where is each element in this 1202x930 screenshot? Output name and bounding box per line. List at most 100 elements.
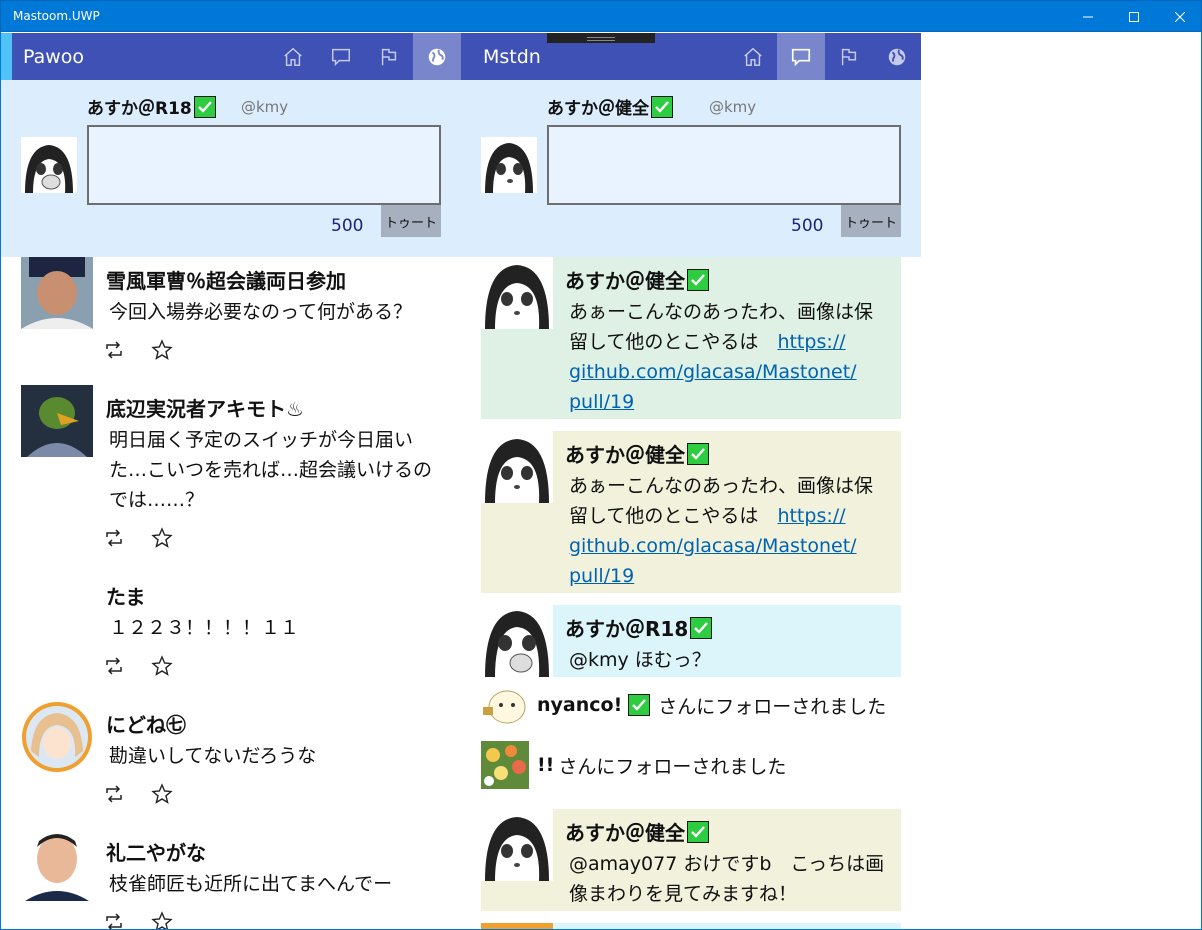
favourite-star-icon[interactable] <box>151 339 173 361</box>
post-author[interactable]: あすか＠健全 <box>565 439 709 468</box>
notification-tab-icon[interactable] <box>825 33 873 80</box>
user-avatar[interactable] <box>481 809 553 881</box>
compose-textarea[interactable] <box>87 125 441 205</box>
verified-check-icon <box>687 442 709 465</box>
timeline-post: あすか＠R18 @kmy ほむっ？ <box>481 605 901 677</box>
post-author[interactable]: 底辺実況者アキモト♨ <box>106 393 304 422</box>
compose-handle: @kmy <box>241 98 289 116</box>
federated-tab-globe-icon[interactable] <box>873 33 921 80</box>
user-avatar[interactable] <box>481 605 553 677</box>
post-author[interactable]: 礼二やがな <box>106 837 206 866</box>
post-link[interactable]: pull/19 <box>569 391 634 413</box>
follower-avatar[interactable] <box>481 681 529 729</box>
post-body: @amay077 おけですb こっちは画像まわりを見てみますね！ <box>569 853 885 905</box>
column-header-pawoo: Pawoo <box>1 33 461 80</box>
timeline-post: たま １２２３！！！！１１ <box>1 573 461 683</box>
compose-handle: @kmy <box>709 98 757 116</box>
local-tab-chat-icon[interactable] <box>777 33 825 80</box>
user-avatar[interactable] <box>481 923 553 929</box>
verified-check-icon <box>628 694 651 716</box>
timeline-post: あすか＠健全 @amay077 おけですb こっちは画像まわりを見てみますね！ <box>481 809 901 911</box>
column-accent <box>1 33 12 80</box>
window-title: Mastoom.UWP <box>13 9 100 23</box>
verified-check-icon <box>687 268 709 291</box>
post-body: 枝雀師匠も近所に出てまへんでー <box>109 873 393 895</box>
post-author[interactable]: あすか＠R18 <box>565 613 713 642</box>
post-body: あぁーこんなのあったわ、画像は保 留して他のとこやるは https:// git… <box>569 475 874 587</box>
compose-account-name: あすか＠健全 <box>547 94 673 119</box>
toot-button[interactable]: トゥート <box>381 205 441 237</box>
user-avatar[interactable] <box>21 829 93 901</box>
follow-notification: nyanco! さんにフォローされました <box>481 681 886 729</box>
column-title: Mstdn <box>483 46 541 68</box>
column-title: Pawoo <box>23 46 85 68</box>
home-tab-icon[interactable] <box>269 33 317 80</box>
favourite-star-icon[interactable] <box>151 655 173 677</box>
favourite-star-icon[interactable] <box>151 527 173 549</box>
timeline-post: あすか＠健全 あぁーこんなのあったわ、画像は保 留して他のとこやるは https… <box>481 257 901 419</box>
compose-panel-mstdn: あすか＠健全 @kmy 500 トゥート <box>461 80 921 257</box>
column-accent <box>461 33 472 80</box>
timeline-mstdn[interactable]: あすか＠健全 あぁーこんなのあったわ、画像は保 留して他のとこやるは https… <box>461 257 921 929</box>
post-link[interactable]: https:// <box>777 331 845 353</box>
timeline-post: 礼二やがな 枝雀師匠も近所に出てまへんでー <box>1 829 461 929</box>
follow-notification: !! さんにフォローされました <box>481 741 786 789</box>
timeline-pawoo[interactable]: 雪風軍曹％超会議両日参加 今回入場券必要なのって何がある？ 底辺実況者アキモト♨… <box>1 257 461 929</box>
column-header-mstdn: Mstdn <box>461 33 921 80</box>
local-tab-icon[interactable] <box>317 33 365 80</box>
character-count: 500 <box>331 216 364 236</box>
user-avatar[interactable] <box>21 385 93 457</box>
timeline-post: あすか＠健全 あぁーこんなのあったわ、画像は保 留して他のとこやるは https… <box>481 431 901 593</box>
post-link[interactable]: https:// <box>777 505 845 527</box>
post-body: １２２３！！！！１１ <box>109 617 300 639</box>
favourite-star-icon[interactable] <box>151 783 173 805</box>
timeline-post: 底辺実況者アキモト♨ 明日届く予定のスイッチが今日届いた…こいつを売れば…超会議… <box>1 385 461 555</box>
user-avatar[interactable] <box>481 257 553 329</box>
federated-tab-globe-icon[interactable] <box>413 33 461 80</box>
notification-tab-icon[interactable] <box>365 33 413 80</box>
compose-panel-pawoo: あすか＠R18 @kmy 500 トゥート <box>1 80 461 257</box>
post-author[interactable]: あすか＠健全 <box>565 817 709 846</box>
boost-icon[interactable] <box>103 911 125 929</box>
boost-icon[interactable] <box>103 783 125 805</box>
post-link[interactable]: pull/19 <box>569 565 634 587</box>
post-body: 今回入場券必要なのって何がある？ <box>109 301 413 323</box>
boost-icon[interactable] <box>103 527 125 549</box>
verified-check-icon <box>690 616 713 639</box>
timeline-post: にどね㊆ 勘違いしてないだろうな <box>1 701 461 811</box>
post-author[interactable]: たま <box>106 581 145 610</box>
user-avatar[interactable] <box>21 257 93 329</box>
close-icon[interactable] <box>1157 1 1202 33</box>
user-avatar[interactable] <box>481 431 553 503</box>
minimize-icon[interactable] <box>1065 1 1111 33</box>
boost-icon[interactable] <box>103 655 125 677</box>
timeline-post <box>481 923 901 929</box>
toot-button[interactable]: トゥート <box>841 205 901 237</box>
follower-avatar[interactable] <box>481 741 529 789</box>
post-link[interactable]: github.com/glacasa/Mastonet/ <box>569 535 857 557</box>
post-author[interactable]: にどね㊆ <box>106 709 186 738</box>
home-tab-icon[interactable] <box>729 33 777 80</box>
notification-text: さんにフォローされました <box>658 695 887 718</box>
follower-name[interactable]: !! <box>537 754 554 776</box>
compose-textarea[interactable] <box>547 125 901 205</box>
verified-check-icon <box>687 820 709 843</box>
post-author[interactable]: あすか＠健全 <box>565 265 709 294</box>
post-actions <box>103 783 173 805</box>
drag-grip-handle[interactable] <box>547 33 655 43</box>
notification-text: さんにフォローされました <box>558 755 787 778</box>
timeline-post: 雪風軍曹％超会議両日参加 今回入場券必要なのって何がある？ <box>1 257 461 377</box>
follower-name[interactable]: nyanco! <box>537 694 622 716</box>
boost-icon[interactable] <box>103 339 125 361</box>
post-link[interactable]: github.com/glacasa/Mastonet/ <box>569 361 857 383</box>
verified-check-icon <box>193 95 216 118</box>
post-body: あぁーこんなのあったわ、画像は保 留して他のとこやるは https:// git… <box>569 301 874 413</box>
title-bar: Mastoom.UWP <box>0 0 1202 32</box>
user-avatar[interactable] <box>21 701 93 773</box>
maximize-icon[interactable] <box>1111 1 1157 33</box>
post-actions <box>103 911 173 929</box>
compose-avatar <box>21 137 77 193</box>
post-author[interactable]: 雪風軍曹％超会議両日参加 <box>106 265 346 294</box>
verified-check-icon <box>651 95 673 118</box>
favourite-star-icon[interactable] <box>151 911 173 929</box>
